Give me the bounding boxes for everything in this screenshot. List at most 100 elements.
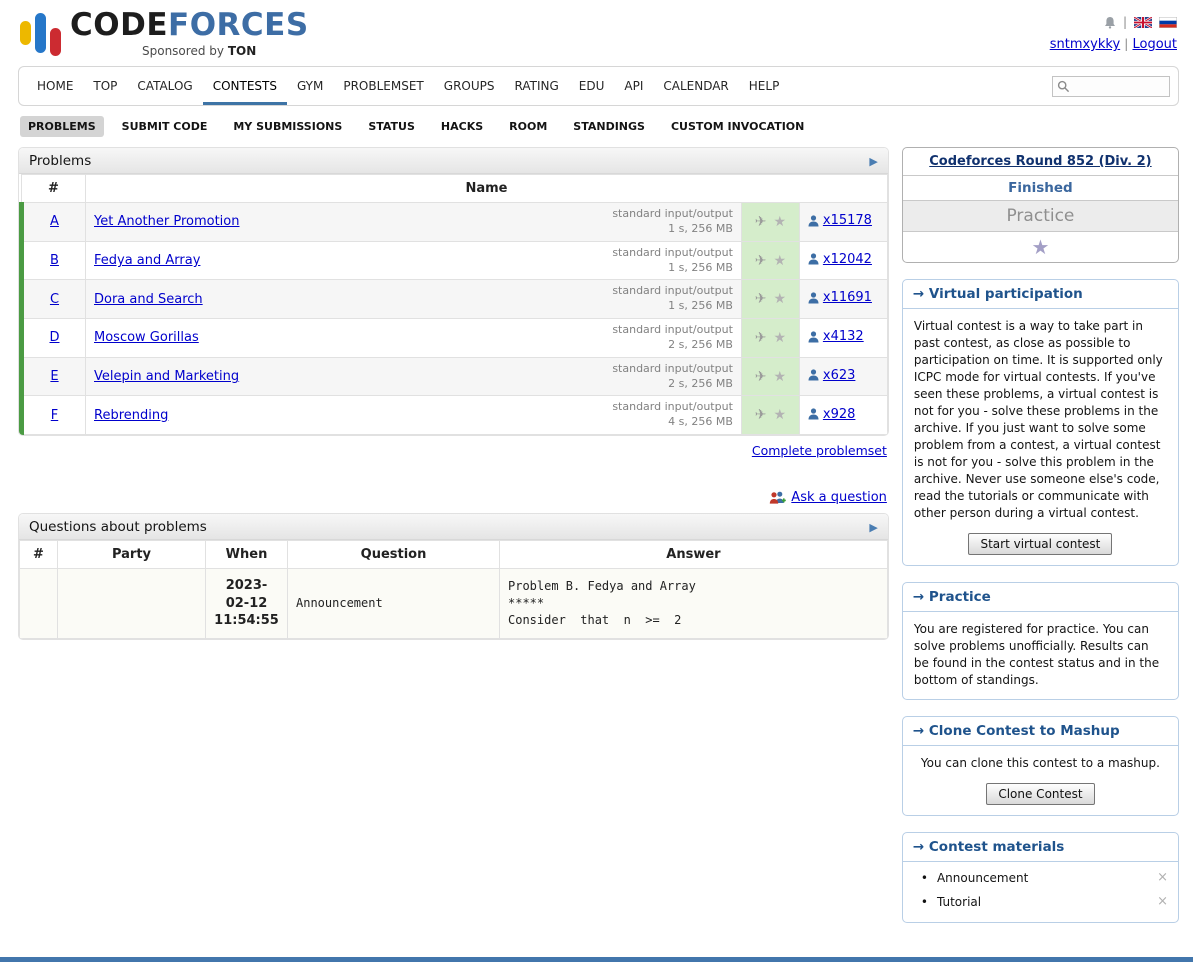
nav-contests[interactable]: CONTESTS xyxy=(203,67,287,105)
question-text-cell: Announcement xyxy=(288,569,500,639)
problem-name-link[interactable]: Dora and Search xyxy=(94,292,203,307)
submit-solution-icon[interactable]: ✈ xyxy=(755,253,767,269)
solved-count-link[interactable]: x623 xyxy=(823,368,856,383)
problem-name-link[interactable]: Velepin and Marketing xyxy=(94,369,239,384)
search-icon xyxy=(1057,80,1070,93)
lang-separator: | xyxy=(1123,15,1127,29)
subnav-problems[interactable]: PROBLEMS xyxy=(20,116,104,137)
problem-letter-link[interactable]: C xyxy=(50,292,59,307)
problem-letter-link[interactable]: B xyxy=(50,253,59,268)
bullet-icon: • xyxy=(921,895,928,909)
solved-count-link[interactable]: x4132 xyxy=(823,329,864,344)
solved-count-link[interactable]: x15178 xyxy=(823,213,872,228)
problems-header-row: # Name xyxy=(22,175,888,203)
problem-actions-cell: ✈★ xyxy=(741,357,799,396)
close-icon[interactable]: × xyxy=(1157,895,1168,908)
contest-materials-box: → Contest materials • Announcement × • T… xyxy=(902,832,1179,923)
problem-actions-cell: ✈★ xyxy=(741,203,799,242)
contest-title-link[interactable]: Codeforces Round 852 (Div. 2) xyxy=(929,154,1151,169)
favorite-star-icon[interactable]: ★ xyxy=(773,407,786,423)
questions-expand-arrow-icon[interactable]: ▶ xyxy=(869,521,877,534)
nav-problemset[interactable]: PROBLEMSET xyxy=(333,67,433,105)
submit-solution-icon[interactable]: ✈ xyxy=(755,214,767,230)
problem-row: B Fedya and Array standard input/output … xyxy=(22,241,888,280)
nav-edu[interactable]: EDU xyxy=(569,67,615,105)
questions-caption-bar: Questions about problems ▶ xyxy=(19,514,888,540)
favorite-star-icon[interactable]: ★ xyxy=(773,214,786,230)
problem-name-cell: Fedya and Array standard input/output 1 … xyxy=(86,241,742,280)
qcol-question: Question xyxy=(288,541,500,569)
english-flag-icon[interactable] xyxy=(1134,17,1152,28)
start-virtual-contest-button[interactable]: Start virtual contest xyxy=(968,533,1112,555)
subnav-submit-code[interactable]: SUBMIT CODE xyxy=(114,116,216,137)
favorite-star-icon[interactable]: ★ xyxy=(773,330,786,346)
nav-help[interactable]: HELP xyxy=(739,67,790,105)
problem-solved-cell: x11691 xyxy=(799,280,887,319)
submit-solution-icon[interactable]: ✈ xyxy=(755,369,767,385)
problem-letter-cell: B xyxy=(22,241,86,280)
nav-top[interactable]: TOP xyxy=(83,67,127,105)
submit-solution-icon[interactable]: ✈ xyxy=(755,407,767,423)
solvers-person-icon xyxy=(808,408,819,420)
complete-problemset-link[interactable]: Complete problemset xyxy=(752,443,887,458)
solved-count-link[interactable]: x11691 xyxy=(823,290,872,305)
problem-name-cell: Velepin and Marketing standard input/out… xyxy=(86,357,742,396)
problem-letter-cell: C xyxy=(22,280,86,319)
codeforces-logo[interactable]: CODEFORCES Sponsored by TON xyxy=(20,10,309,58)
problem-name-link[interactable]: Fedya and Array xyxy=(94,253,200,268)
problem-letter-link[interactable]: F xyxy=(51,408,58,423)
nav-api[interactable]: API xyxy=(614,67,653,105)
subnav-custom-invocation[interactable]: CUSTOM INVOCATION xyxy=(663,116,812,137)
submit-solution-icon[interactable]: ✈ xyxy=(755,330,767,346)
problem-name-link[interactable]: Moscow Gorillas xyxy=(94,330,199,345)
clone-contest-button[interactable]: Clone Contest xyxy=(986,783,1094,805)
subnav-room[interactable]: ROOM xyxy=(501,116,555,137)
solved-count-link[interactable]: x12042 xyxy=(823,252,872,267)
problem-letter-link[interactable]: E xyxy=(50,369,58,384)
logout-link[interactable]: Logout xyxy=(1132,37,1177,52)
problem-actions-cell: ✈★ xyxy=(741,319,799,358)
notifications-bell-icon[interactable] xyxy=(1104,16,1116,29)
ask-question-link[interactable]: Ask a question xyxy=(791,490,887,505)
favorite-star-icon[interactable]: ★ xyxy=(773,253,786,269)
favorite-star-icon[interactable]: ★ xyxy=(773,291,786,307)
submit-solution-icon[interactable]: ✈ xyxy=(755,291,767,307)
material-tutorial-link[interactable]: Tutorial xyxy=(937,895,981,909)
ask-question-row: Ask a question xyxy=(20,490,887,505)
nav-home[interactable]: HOME xyxy=(27,67,83,105)
sponsor-prefix: Sponsored by xyxy=(142,44,224,58)
problem-solved-cell: x15178 xyxy=(799,203,887,242)
problem-name-link[interactable]: Yet Another Promotion xyxy=(94,214,239,229)
subnav-hacks[interactable]: HACKS xyxy=(433,116,491,137)
contest-title-row: Codeforces Round 852 (Div. 2) xyxy=(903,148,1178,176)
sponsor-line: Sponsored by TON xyxy=(70,44,309,58)
problem-solved-cell: x4132 xyxy=(799,319,887,358)
contest-sub-nav: PROBLEMS SUBMIT CODE MY SUBMISSIONS STAT… xyxy=(18,116,1179,147)
contest-favorite-star-icon[interactable]: ★ xyxy=(903,232,1178,262)
nav-gym[interactable]: GYM xyxy=(287,67,333,105)
problem-name-link[interactable]: Rebrending xyxy=(94,408,168,423)
username-link[interactable]: sntmxykky xyxy=(1050,37,1120,52)
close-icon[interactable]: × xyxy=(1157,871,1168,884)
nav-calendar[interactable]: CALENDAR xyxy=(653,67,738,105)
material-announcement-link[interactable]: Announcement xyxy=(937,871,1028,885)
subnav-status[interactable]: STATUS xyxy=(360,116,423,137)
clone-mashup-title: → Clone Contest to Mashup xyxy=(903,717,1178,746)
question-when-cell: 2023-02-12 11:54:55 xyxy=(206,569,288,639)
problem-letter-link[interactable]: A xyxy=(50,214,59,229)
subnav-standings[interactable]: STANDINGS xyxy=(565,116,653,137)
russian-flag-icon[interactable] xyxy=(1159,17,1177,28)
solvers-person-icon xyxy=(808,253,819,265)
solved-count-link[interactable]: x928 xyxy=(823,407,856,422)
problem-letter-link[interactable]: D xyxy=(49,330,59,345)
bullet-icon: • xyxy=(921,871,928,885)
problem-row: F Rebrending standard input/output 4 s, … xyxy=(22,396,888,435)
problems-expand-arrow-icon[interactable]: ▶ xyxy=(869,155,877,168)
nav-rating[interactable]: RATING xyxy=(504,67,568,105)
sidebar: Codeforces Round 852 (Div. 2) Finished P… xyxy=(902,147,1179,939)
questions-box: Questions about problems ▶ # Party When … xyxy=(18,513,889,640)
nav-groups[interactable]: GROUPS xyxy=(434,67,505,105)
subnav-my-submissions[interactable]: MY SUBMISSIONS xyxy=(225,116,350,137)
nav-catalog[interactable]: CATALOG xyxy=(127,67,202,105)
favorite-star-icon[interactable]: ★ xyxy=(773,369,786,385)
